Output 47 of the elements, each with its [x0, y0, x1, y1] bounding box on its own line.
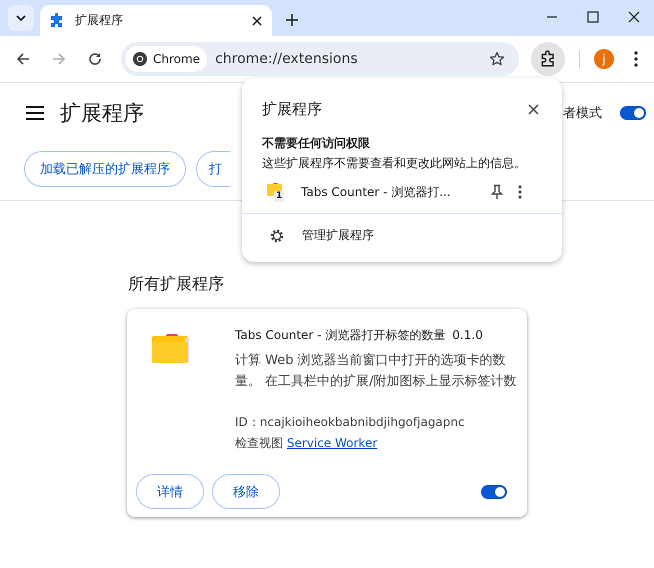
remove-button[interactable]: 移除 — [212, 474, 280, 509]
page-title: 扩展程序 — [60, 100, 144, 127]
close-icon[interactable] — [252, 16, 262, 26]
extension-menu-item[interactable]: 1 Tabs Counter - 浏览器打... — [242, 173, 562, 211]
pin-icon[interactable] — [490, 184, 504, 200]
address-bar[interactable]: Chrome chrome://extensions — [121, 42, 519, 76]
tab-list-button[interactable] — [8, 5, 34, 31]
action-button[interactable]: 打 — [196, 151, 230, 187]
extension-name: Tabs Counter - 浏览器打开标签的数量 — [235, 328, 446, 342]
star-icon[interactable] — [489, 51, 505, 67]
extension-name: Tabs Counter - 浏览器打... — [301, 184, 452, 200]
browser-tab[interactable]: 扩展程序 — [40, 5, 272, 36]
extensions-button[interactable] — [531, 42, 565, 76]
tab-count-badge: 1 — [274, 191, 284, 202]
reload-icon[interactable] — [87, 51, 103, 67]
maximize-icon[interactable] — [587, 11, 599, 23]
developer-mode-toggle[interactable] — [620, 106, 646, 120]
tab-title: 扩展程序 — [75, 12, 124, 29]
extension-toggle[interactable] — [481, 484, 507, 498]
manage-extensions-item[interactable]: 管理扩展程序 — [242, 214, 562, 244]
new-tab-icon[interactable] — [286, 14, 298, 26]
url-text: chrome://extensions — [215, 51, 359, 67]
inspect-views-label: 检查视图 — [235, 436, 283, 450]
puzzle-icon — [539, 50, 557, 68]
back-icon[interactable] — [15, 51, 31, 67]
chip-label: Chrome — [153, 52, 200, 66]
more-icon[interactable] — [634, 51, 638, 67]
extension-description: 计算 Web 浏览器当前窗口中打开的选项卡的数量。 在工具栏中的扩展/附加图标上显示标签计数 — [235, 352, 518, 391]
manage-label: 管理扩展程序 — [302, 227, 374, 244]
menu-icon[interactable] — [26, 106, 44, 120]
settings-icon — [269, 228, 285, 244]
more-icon[interactable] — [518, 185, 522, 199]
puzzle-icon — [49, 12, 65, 28]
section-title: 所有扩展程序 — [128, 274, 225, 295]
action-button[interactable]: 加载已解压的扩展程序 — [24, 151, 186, 187]
group-description: 这些扩展程序不需要查看和更改此网站上的信息。 — [261, 155, 527, 172]
close-icon[interactable] — [628, 11, 640, 23]
group-title: 不需要任何访问权限 — [260, 135, 371, 152]
developer-mode-label: 者模式 — [563, 105, 602, 122]
folder-icon — [152, 334, 190, 364]
service-worker-link[interactable]: Service Worker — [286, 436, 378, 450]
details-button[interactable]: 详情 — [136, 474, 204, 509]
popup-title: 扩展程序 — [262, 100, 322, 119]
close-icon[interactable] — [528, 104, 539, 115]
site-chip[interactable]: Chrome — [125, 46, 208, 72]
extension-id: ID：ncajkioiheokbabnibdjihgofjagapnc — [235, 414, 466, 431]
extension-version: 0.1.0 — [452, 328, 483, 342]
